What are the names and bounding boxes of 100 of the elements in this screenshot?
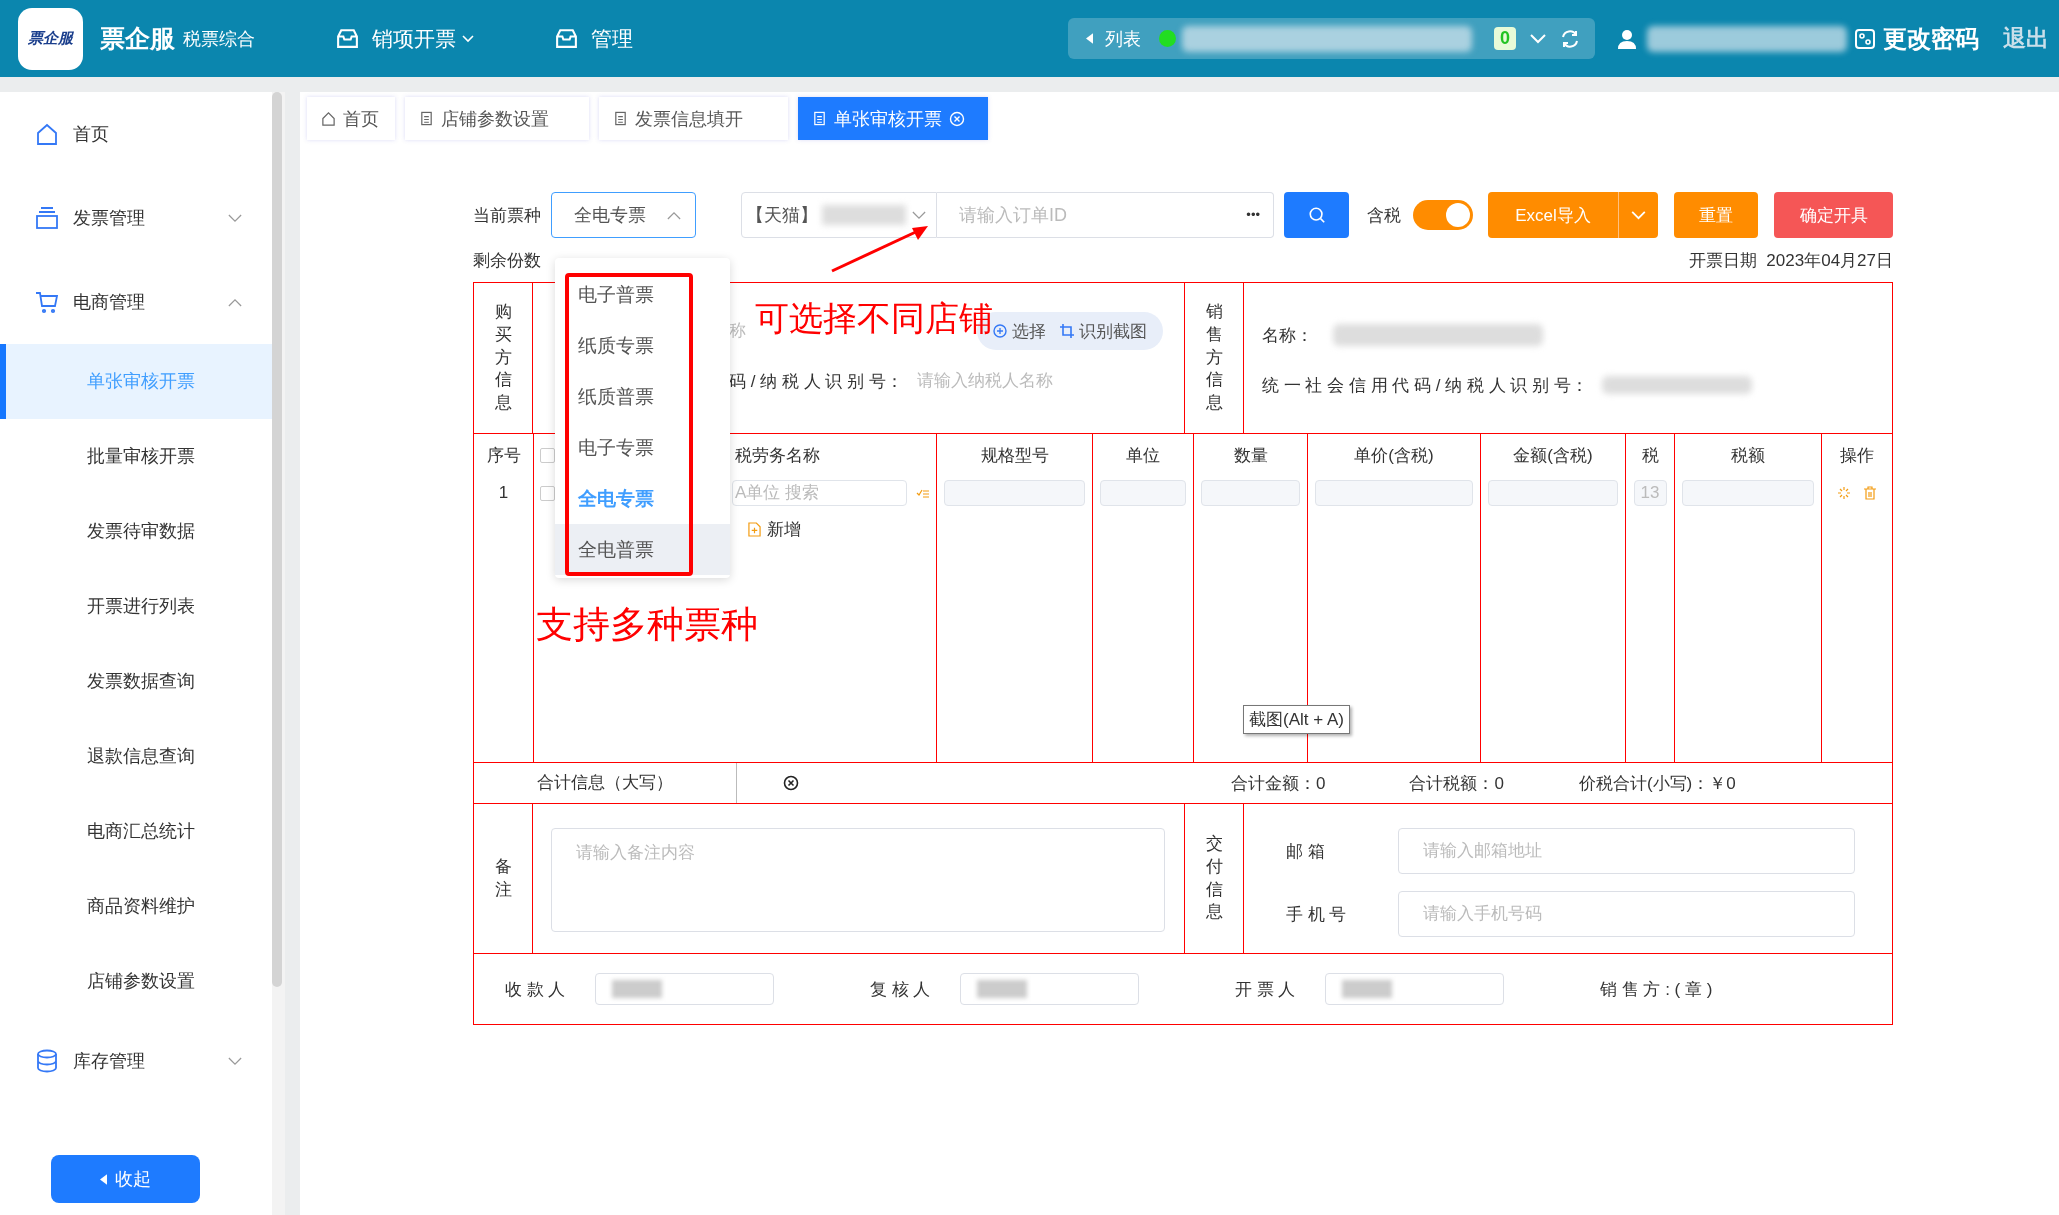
item-field[interactable] [1682,480,1814,506]
chevron-icon[interactable] [1631,210,1646,220]
crop-icon [1060,324,1074,338]
sidebar-subitem[interactable]: 开票进行列表 [0,569,272,644]
sidebar-item[interactable]: 电商管理 [0,260,272,344]
item-field[interactable] [1100,480,1186,506]
dropdown-option[interactable]: 纸质专票 [555,320,730,371]
column-header: 税 [1641,444,1659,467]
tab[interactable]: 发票信息填开 [599,97,788,140]
dropdown-option[interactable]: 电子普票 [555,269,730,320]
sidebar-subitem[interactable]: 电商汇总统计 [0,794,272,869]
section-label: 购买方信息 [474,283,533,433]
column-header: 单位 [1126,444,1160,467]
field-label: 手 机 号 [1285,903,1348,926]
chevron-icon [912,210,926,220]
home-icon [321,111,336,126]
field-label: 邮 箱 [1285,840,1326,863]
more-button[interactable]: ••• [1246,205,1260,225]
signature-field[interactable] [595,973,774,1005]
ticket-type-select[interactable]: 全电专票 [551,192,696,238]
plus-circle-icon [993,324,1007,338]
caret-icon[interactable] [1086,33,1093,44]
column-header: 税额 [1731,444,1765,467]
search-button[interactable] [1284,192,1349,238]
section-label: 交付信息 [1184,804,1244,953]
chevron-icon[interactable] [1530,33,1546,44]
document-icon [419,111,434,126]
database-icon [35,1049,59,1073]
sidebar-subitem[interactable]: 发票数据查询 [0,644,272,719]
column-header: 数量 [1233,444,1268,467]
seller-stamp-label: 销 售 方 : ( 章 ) [1600,978,1713,1001]
tax-id-label: 码 / 纳 税 人 识 别 号： [729,370,903,393]
scrollbar[interactable] [272,92,285,1215]
issue-date: 开票日期 2023年04月27日 [1688,249,1893,272]
refresh-icon[interactable] [1560,28,1580,49]
remaining-label: 剩余份数 [473,249,541,272]
column-header: 规格型号 [980,444,1049,467]
tax-id-field[interactable]: 请输入纳税人名称 [916,366,1137,396]
caret-icon[interactable] [462,34,474,43]
checkbox[interactable] [540,485,555,501]
add-link[interactable]: 新增 [748,518,936,541]
seller-name-label: 名称： [1262,324,1313,347]
sidebar-item[interactable]: 库存管理 [0,1019,272,1103]
seller-tax-id-label: 统 一 社 会 信 用 代 码 / 纳 税 人 识 别 号： [1262,374,1588,397]
nav-menu[interactable]: 销项开票 [372,24,474,53]
sidebar-subitem[interactable]: 店铺参数设置 [0,944,272,1019]
item-field[interactable] [1315,480,1473,506]
grand-total: 价税合计(小写)：￥0 [1578,772,1736,795]
store-select[interactable]: 【天猫】 [741,192,937,238]
toggle-switch[interactable] [1413,200,1473,230]
recognize-screenshot-button[interactable]: 识别截图 [1060,319,1147,343]
checkbox[interactable] [540,447,555,463]
tab[interactable]: 店铺参数设置 [405,97,589,140]
user-icon [1617,28,1637,49]
sidebar-item[interactable]: 首页 [0,92,272,176]
field-label: 复 核 人 [870,978,932,1001]
item-field[interactable] [1488,480,1618,506]
buyer-name-field[interactable]: 称 [729,316,753,346]
clear-icon[interactable] [783,775,799,791]
section-label: 销售方信息 [1184,283,1244,433]
column-header: 操作 [1840,444,1874,467]
column-header: 单价(含税) [1354,444,1434,467]
check-list-icon[interactable] [916,487,930,499]
sidebar-subitem[interactable]: 商品资料维护 [0,869,272,944]
column-header: 金额(含税) [1513,444,1593,467]
phone-field[interactable]: 请输入手机号码 [1398,891,1855,937]
logo: 票企服 [18,7,83,70]
sidebar-subitem[interactable]: 发票待审数据 [0,494,272,569]
dropdown-option[interactable]: 全电普票 [555,524,730,575]
remarks-field[interactable]: 请输入备注内容 [551,828,1165,932]
file-add-icon [748,522,761,537]
tab[interactable]: 单张审核开票 [798,97,988,140]
cart-icon [35,290,59,314]
nav-menu[interactable]: 管理 [591,24,633,53]
signature-field[interactable] [960,973,1139,1005]
tab[interactable]: 首页 [307,97,395,140]
sidebar-item[interactable]: 发票管理 [0,176,272,260]
email-field[interactable]: 请输入邮箱地址 [1398,828,1855,874]
delete-icon[interactable] [1863,486,1877,500]
sparkle-icon[interactable] [1837,486,1851,500]
tax-included-label: 含税 [1367,204,1401,227]
column-header: 序号 [486,444,521,467]
total-amount: 合计金额：0 [1231,772,1326,795]
item-search-field[interactable]: A单位 搜索 [732,480,907,506]
close-icon[interactable] [949,110,965,127]
sidebar-subitem[interactable]: 批量审核开票 [0,419,272,494]
row-number: 1 [498,483,509,503]
change-password-link[interactable]: 更改密码 [1883,22,1979,55]
dropdown-option[interactable]: 纸质普票 [555,371,730,422]
select-button[interactable]: 选择 [993,319,1046,343]
item-field[interactable] [1201,480,1300,506]
sidebar-subitem[interactable]: 退款信息查询 [0,719,272,794]
collapse-button[interactable]: 收起 [51,1155,200,1203]
dropdown-option[interactable]: 电子专票 [555,422,730,473]
brand-name: 票企服 [100,23,175,54]
column-header: 税劳务名称 [735,444,820,467]
signature-field[interactable] [1325,973,1504,1005]
item-field[interactable] [944,480,1085,506]
annotation-text: 支持多种票种 [536,603,758,647]
caret-icon [100,1173,107,1185]
